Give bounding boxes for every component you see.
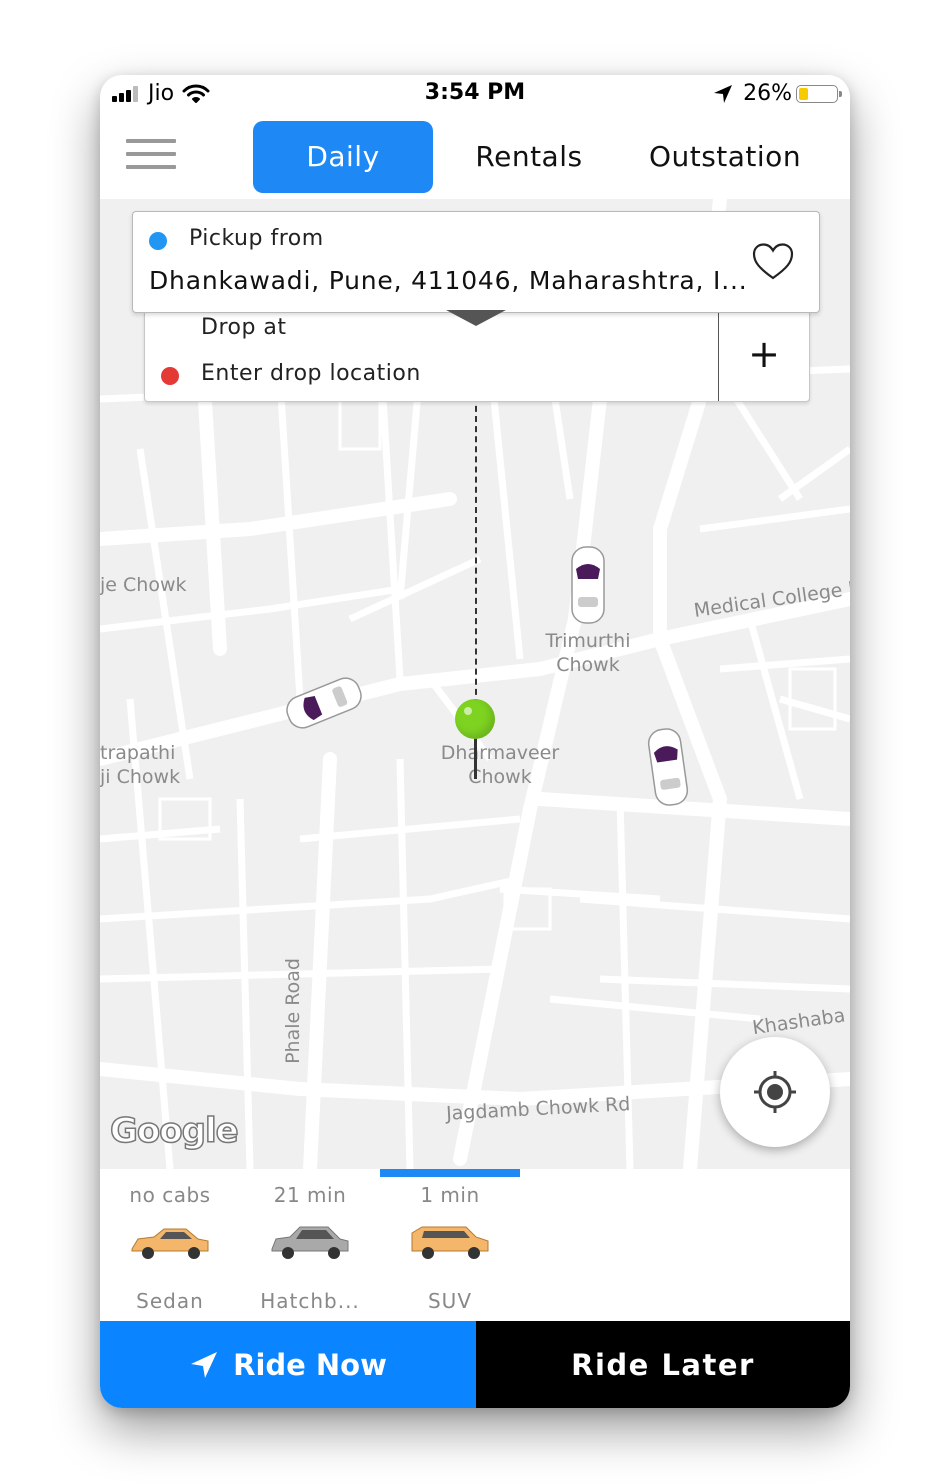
tab-daily[interactable]: Daily bbox=[253, 121, 433, 193]
location-arrow-icon bbox=[714, 84, 733, 103]
crosshair-icon bbox=[754, 1071, 796, 1113]
pickup-pin-icon[interactable] bbox=[455, 699, 495, 739]
status-bar: Jio 3:54 PM 26% bbox=[100, 75, 850, 115]
tab-outstation[interactable]: Outstation bbox=[625, 121, 825, 193]
cab-name: SUV bbox=[427, 1289, 472, 1313]
add-stop-button[interactable]: + bbox=[718, 311, 809, 401]
drop-dot bbox=[161, 367, 179, 385]
cab-option-hatchback[interactable]: 21 min Hatchb... bbox=[240, 1169, 380, 1321]
google-logo: Google bbox=[109, 1110, 239, 1152]
map-label-trimurthi: Trimurthi Chowk bbox=[545, 630, 631, 676]
status-right: 26% bbox=[713, 81, 842, 106]
cab-option-suv[interactable]: 1 min SUV bbox=[380, 1169, 520, 1321]
pickup-address[interactable]: Dhankawadi, Pune, 411046, Maharashtra, I… bbox=[149, 266, 747, 295]
pointer-notch bbox=[446, 310, 506, 326]
cab-options: no cabs Sedan 21 min Hatchb... 1 min SUV bbox=[100, 1169, 850, 1321]
map-label-chhatrapati: trapathi ji Chowk bbox=[100, 742, 181, 788]
map-view[interactable]: je Chowk trapathi ji Chowk Trimurthi Chowk… bbox=[100, 199, 850, 1169]
selected-indicator bbox=[380, 1169, 520, 1177]
map-label-dharmaveer: Dharmaveer Chowk bbox=[440, 742, 560, 788]
pickup-card[interactable]: Pickup from Dhankawadi, Pune, 411046, Ma… bbox=[132, 211, 820, 313]
favorite-heart-icon[interactable] bbox=[751, 242, 795, 282]
ride-later-label: Ride Later bbox=[571, 1347, 755, 1382]
cab-eta: 1 min bbox=[420, 1183, 480, 1207]
battery-icon bbox=[796, 84, 842, 103]
cab-name: Hatchb... bbox=[260, 1289, 360, 1313]
tab-rentals[interactable]: Rentals bbox=[460, 121, 598, 193]
pin-stem bbox=[474, 737, 477, 779]
locate-me-button[interactable] bbox=[720, 1037, 830, 1147]
cab-option-sedan[interactable]: no cabs Sedan bbox=[100, 1169, 240, 1321]
top-bar: Daily Rentals Outstation bbox=[100, 115, 850, 199]
car-marker-icon bbox=[571, 546, 605, 624]
drop-label: Drop at bbox=[201, 315, 287, 340]
ride-now-button[interactable]: Ride Now bbox=[100, 1321, 476, 1408]
sedan-car-icon bbox=[131, 1228, 209, 1259]
menu-icon[interactable] bbox=[126, 139, 176, 173]
battery-percent: 26% bbox=[743, 81, 792, 106]
hatchback-car-icon bbox=[271, 1226, 349, 1259]
map-label-raje-chowk: je Chowk bbox=[100, 574, 187, 596]
cab-eta: 21 min bbox=[273, 1183, 347, 1207]
ride-now-label: Ride Now bbox=[233, 1347, 387, 1382]
pickup-dot bbox=[149, 232, 167, 250]
suv-car-icon bbox=[411, 1226, 489, 1259]
drop-location-input[interactable]: Enter drop location bbox=[201, 361, 421, 386]
pickup-label: Pickup from bbox=[189, 226, 324, 251]
phone-screen: Jio 3:54 PM 26% Daily Rentals Outstation bbox=[100, 75, 850, 1408]
ride-later-button[interactable]: Ride Later bbox=[476, 1321, 850, 1408]
navigation-arrow-icon bbox=[191, 1351, 218, 1378]
cab-eta: no cabs bbox=[129, 1183, 211, 1207]
cab-name: Sedan bbox=[136, 1289, 204, 1313]
map-label-phale-road: Phale Road bbox=[281, 958, 304, 1064]
